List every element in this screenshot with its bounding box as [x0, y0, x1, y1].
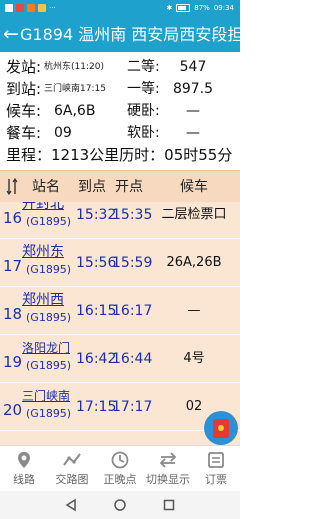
seat1-value: 547	[179, 59, 207, 75]
seat2-value: 897.5	[172, 81, 214, 97]
nav-switch-display[interactable]: 切换显示	[144, 450, 192, 490]
depart-time: 17:17	[112, 399, 153, 415]
nav-delay[interactable]: 正晚点	[96, 450, 144, 490]
station-name[interactable]: 郑州西	[22, 291, 64, 309]
info-row-from: 发站: 杭州东(11:20) 二等: 547	[0, 56, 240, 78]
chart-line-icon	[63, 453, 81, 466]
list-item[interactable]: 17 郑州东 (G1895) 15:56 15:59 26A,26B	[0, 239, 240, 287]
map-pin-icon	[18, 452, 30, 468]
arrive-time: 16:42	[76, 351, 117, 367]
waiting-gate: 二层检票口	[161, 207, 227, 222]
red-envelope-icon	[213, 419, 229, 438]
col-gate: 候车	[180, 179, 208, 195]
system-nav-bar	[0, 491, 240, 519]
bottom-nav: 线路 交路图 正晚点 切换显示 订票	[0, 445, 240, 492]
nav-switch-display-label: 切换显示	[146, 473, 190, 486]
nav-route-map-label: 交路图	[55, 473, 89, 486]
battery-icon	[176, 4, 191, 12]
station-name[interactable]: 洛阳龙门	[22, 339, 70, 357]
notification-icons: ···	[5, 4, 56, 12]
depart-time: 15:35	[112, 207, 153, 223]
dining-label: 餐车:	[6, 124, 42, 142]
train-code: (G1895)	[26, 215, 72, 228]
info-row-dining: 餐车: 09 软卧: —	[0, 122, 240, 144]
arrive-time: 15:56	[76, 255, 117, 271]
sleeper-hard-value: —	[186, 103, 200, 119]
page-title: G1894 温州南 西安局西安段担当	[20, 25, 240, 44]
train-code: (G1895)	[26, 311, 72, 324]
clock-icon	[111, 451, 129, 469]
train-info-panel: 发站: 杭州东(11:20) 二等: 547 到站: 三门峡南17:15 一等:…	[0, 52, 240, 170]
back-triangle-icon[interactable]	[64, 498, 78, 512]
arrive-time: 16:15	[76, 303, 117, 319]
status-bar: ··· ✱ 87% 09:34	[0, 0, 240, 18]
recents-square-icon[interactable]	[162, 498, 176, 512]
stop-number: 20	[3, 401, 23, 419]
col-depart: 开点	[115, 179, 143, 195]
station-list[interactable]: 16 开封北 (G1895) 15:32 15:35 二层检票口 17 郑州东 …	[0, 202, 240, 445]
waiting-gate: —	[187, 303, 201, 318]
station-name[interactable]: 开封北	[22, 202, 64, 213]
weibo-icon	[16, 4, 24, 12]
stop-number: 16	[3, 209, 23, 227]
train-code: (G1895)	[26, 407, 72, 420]
nav-route-map[interactable]: 交路图	[48, 450, 96, 490]
stop-number: 17	[3, 257, 23, 275]
clock-time: 09:34	[213, 4, 234, 12]
from-label: 发站:	[6, 58, 42, 76]
stop-number: 19	[3, 353, 23, 371]
col-arrive: 到点	[78, 179, 106, 195]
list-item[interactable]: 16 开封北 (G1895) 15:32 15:35 二层检票口	[0, 202, 240, 239]
dining-value: 09	[54, 125, 72, 141]
nav-tickets-label: 订票	[205, 473, 227, 486]
info-row-to: 到站: 三门峡南17:15 一等: 897.5	[0, 78, 240, 100]
waiting-gate: 4号	[183, 351, 205, 366]
info-row-distance: 里程：1213公里历时：05时55分	[0, 144, 240, 166]
taobao-icon	[27, 4, 35, 12]
from-value: 杭州东(11:20)	[44, 62, 104, 72]
waiting-value: 6A,6B	[54, 103, 96, 119]
red-envelope-button[interactable]	[204, 411, 238, 445]
ticket-icon	[208, 452, 224, 468]
sleeper-soft-value: —	[186, 125, 200, 141]
train-code: (G1895)	[26, 263, 72, 276]
home-circle-icon[interactable]	[113, 498, 127, 512]
depart-time: 15:59	[112, 255, 153, 271]
waiting-gate: 26A,26B	[166, 255, 222, 270]
swap-icon	[159, 452, 177, 468]
stop-number: 18	[3, 305, 23, 323]
back-button[interactable]: ←	[3, 23, 19, 45]
depart-time: 16:44	[112, 351, 153, 367]
bluetooth-icon: ✱	[166, 4, 173, 12]
to-label: 到站:	[6, 80, 42, 98]
list-item[interactable]: 18 郑州西 (G1895) 16:15 16:17 —	[0, 287, 240, 335]
sort-arrows-icon[interactable]	[6, 178, 18, 195]
more-dots-icon: ···	[49, 4, 56, 12]
title-bar: ← G1894 温州南 西安局西安段担当	[0, 18, 240, 52]
train-code: (G1895)	[26, 359, 72, 372]
list-item[interactable]: 19 洛阳龙门 (G1895) 16:42 16:44 4号	[0, 335, 240, 383]
arrow-left-icon: ←	[3, 23, 19, 45]
nav-tickets[interactable]: 订票	[192, 450, 240, 490]
station-name[interactable]: 郑州东	[22, 243, 64, 261]
depart-time: 16:17	[112, 303, 153, 319]
schedule-header: 站名 到点 开点 候车	[0, 170, 240, 203]
distance-duration: 里程：1213公里历时：05时55分	[6, 146, 233, 164]
waiting-label: 候车:	[6, 102, 42, 120]
alert-icon	[38, 4, 46, 12]
col-station: 站名	[32, 179, 60, 195]
info-row-waiting: 候车: 6A,6B 硬卧: —	[0, 100, 240, 122]
station-name[interactable]: 三门峡南	[22, 387, 70, 405]
app-notification-icon	[5, 4, 13, 12]
battery-percent: 87%	[194, 4, 210, 12]
arrive-time: 15:32	[76, 207, 117, 223]
nav-route-label: 线路	[13, 473, 35, 486]
nav-route[interactable]: 线路	[0, 450, 48, 490]
nav-delay-label: 正晚点	[103, 473, 137, 486]
arrive-time: 17:15	[76, 399, 117, 415]
to-value: 三门峡南17:15	[44, 84, 106, 94]
